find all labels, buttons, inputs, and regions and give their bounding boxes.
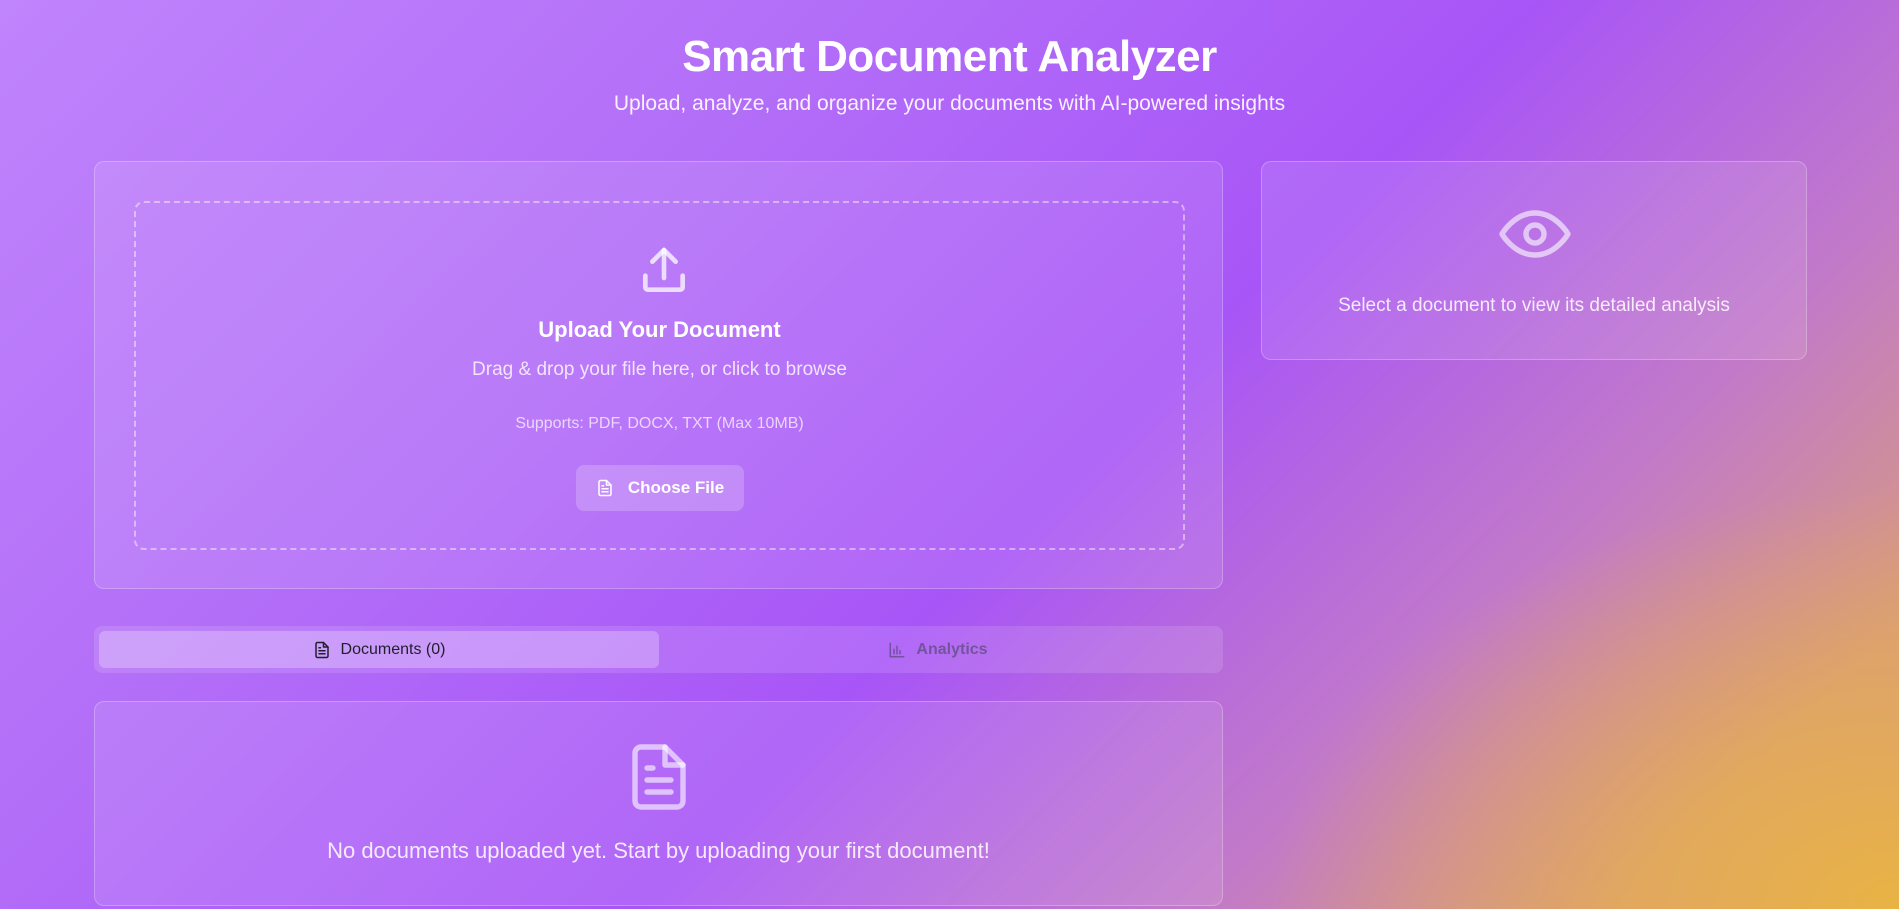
tab-analytics[interactable]: Analytics [658, 631, 1218, 668]
documents-panel: No documents uploaded yet. Start by uplo… [94, 701, 1223, 906]
page-header: Smart Document Analyzer Upload, analyze,… [0, 30, 1899, 118]
tab-analytics-label: Analytics [916, 640, 988, 658]
page-subtitle: Upload, analyze, and organize your docum… [613, 92, 1286, 115]
upload-title: Upload Your Document [538, 317, 781, 342]
upload-card: Upload Your Document Drag & drop your fi… [94, 161, 1223, 589]
analysis-preview-card: Select a document to view its detailed a… [1261, 161, 1807, 360]
view-tabs: Documents (0) Analytics [94, 626, 1223, 673]
bar-chart-icon [889, 642, 905, 657]
eye-icon [1499, 210, 1571, 258]
tab-documents-label: Documents (0) [340, 640, 446, 658]
file-text-icon [314, 641, 329, 658]
upload-supported-formats: Supports: PDF, DOCX, TXT (Max 10MB) [515, 415, 804, 432]
documents-empty-message: No documents uploaded yet. Start by uplo… [327, 838, 990, 863]
analysis-preview-message: Select a document to view its detailed a… [1338, 295, 1730, 316]
choose-file-button[interactable]: Choose File [576, 465, 744, 511]
page-title: Smart Document Analyzer [682, 32, 1217, 81]
choose-file-label: Choose File [627, 478, 725, 497]
tab-documents[interactable]: Documents (0) [99, 631, 659, 668]
upload-description: Drag & drop your file here, or click to … [472, 359, 847, 380]
upload-dropzone[interactable]: Upload Your Document Drag & drop your fi… [134, 201, 1185, 550]
upload-icon [643, 247, 685, 292]
file-text-icon [598, 479, 612, 497]
file-text-icon [632, 744, 686, 810]
